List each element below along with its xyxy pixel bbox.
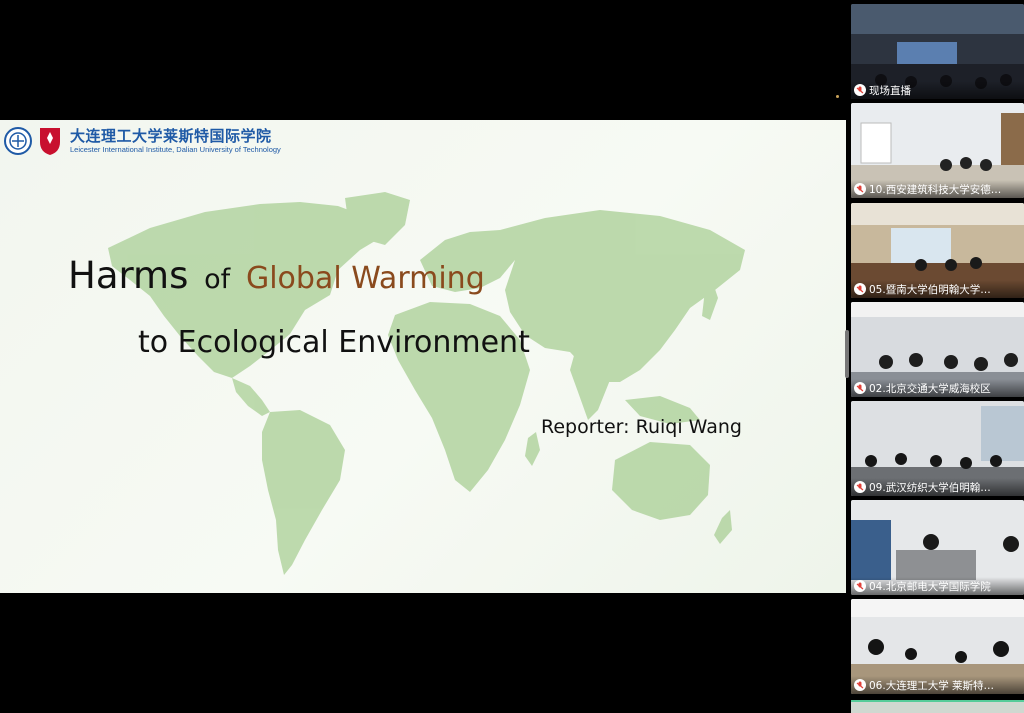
mic-muted-icon — [854, 183, 866, 195]
presentation-slide: 大连理工大学莱斯特国际学院 Leicester International In… — [0, 120, 846, 593]
title-global-warming: Global Warming — [245, 261, 485, 296]
participant-label: 现场直播 — [851, 81, 1024, 99]
participant-name: 06.大连理工大学 莱斯特… — [869, 679, 995, 692]
participant-name: 10.西安建筑科技大学安德… — [869, 183, 1002, 196]
participant-label: 02.北京交通大学威海校区 — [851, 379, 1024, 397]
mic-muted-icon — [854, 283, 866, 295]
dut-seal-icon — [4, 127, 32, 155]
mic-muted-icon — [854, 382, 866, 394]
logo-text: 大连理工大学莱斯特国际学院 Leicester International In… — [70, 127, 281, 155]
mic-muted-icon — [854, 481, 866, 493]
participant-tile[interactable]: 06.大连理工大学 莱斯特… — [851, 599, 1024, 694]
participant-tile-partial[interactable] — [851, 700, 1024, 713]
participant-label: 09.武汉纺织大学伯明翰… — [851, 478, 1024, 496]
participant-tile[interactable]: 10.西安建筑科技大学安德… — [851, 103, 1024, 198]
shared-screen-area: 大连理工大学莱斯特国际学院 Leicester International In… — [0, 0, 849, 711]
slide-title-line2: to Ecological Environment — [138, 325, 530, 360]
participant-label: 10.西安建筑科技大学安德… — [851, 180, 1024, 198]
participant-tile[interactable]: 04.北京邮电大学国际学院 — [851, 500, 1024, 595]
indicator-dot — [836, 95, 839, 98]
participant-label: 04.北京邮电大学国际学院 — [851, 577, 1024, 595]
mic-muted-icon — [854, 679, 866, 691]
title-of: of — [204, 264, 231, 295]
university-logo: 大连理工大学莱斯特国际学院 Leicester International In… — [4, 126, 281, 156]
title-harms: Harms — [68, 254, 189, 297]
participant-video-list: 现场直播 10.西安建筑科技大学安德… 05.暨南大学伯明翰大学… 02.北京交… — [849, 0, 1024, 713]
participant-label: 05.暨南大学伯明翰大学… — [851, 280, 1024, 298]
logo-english-name: Leicester International Institute, Dalia… — [70, 145, 281, 154]
logo-chinese-name: 大连理工大学莱斯特国际学院 — [70, 127, 272, 145]
participant-label: 06.大连理工大学 莱斯特… — [851, 676, 1024, 694]
reporter-name: Reporter: Ruiqi Wang — [541, 416, 742, 438]
participant-tile[interactable]: 现场直播 — [851, 4, 1024, 99]
mic-muted-icon — [854, 84, 866, 96]
slide-title-line1: Harms of Global Warming — [68, 254, 485, 297]
leicester-shield-icon — [40, 128, 60, 155]
mic-muted-icon — [854, 580, 866, 592]
participant-tile[interactable]: 09.武汉纺织大学伯明翰… — [851, 401, 1024, 496]
participant-tile[interactable]: 05.暨南大学伯明翰大学… — [851, 203, 1024, 298]
participant-tile[interactable]: 02.北京交通大学威海校区 — [851, 302, 1024, 397]
participant-name: 02.北京交通大学威海校区 — [869, 382, 991, 395]
participant-name: 09.武汉纺织大学伯明翰… — [869, 481, 991, 494]
participant-name: 现场直播 — [869, 84, 911, 97]
participant-name: 04.北京邮电大学国际学院 — [869, 580, 991, 593]
participant-name: 05.暨南大学伯明翰大学… — [869, 283, 991, 296]
